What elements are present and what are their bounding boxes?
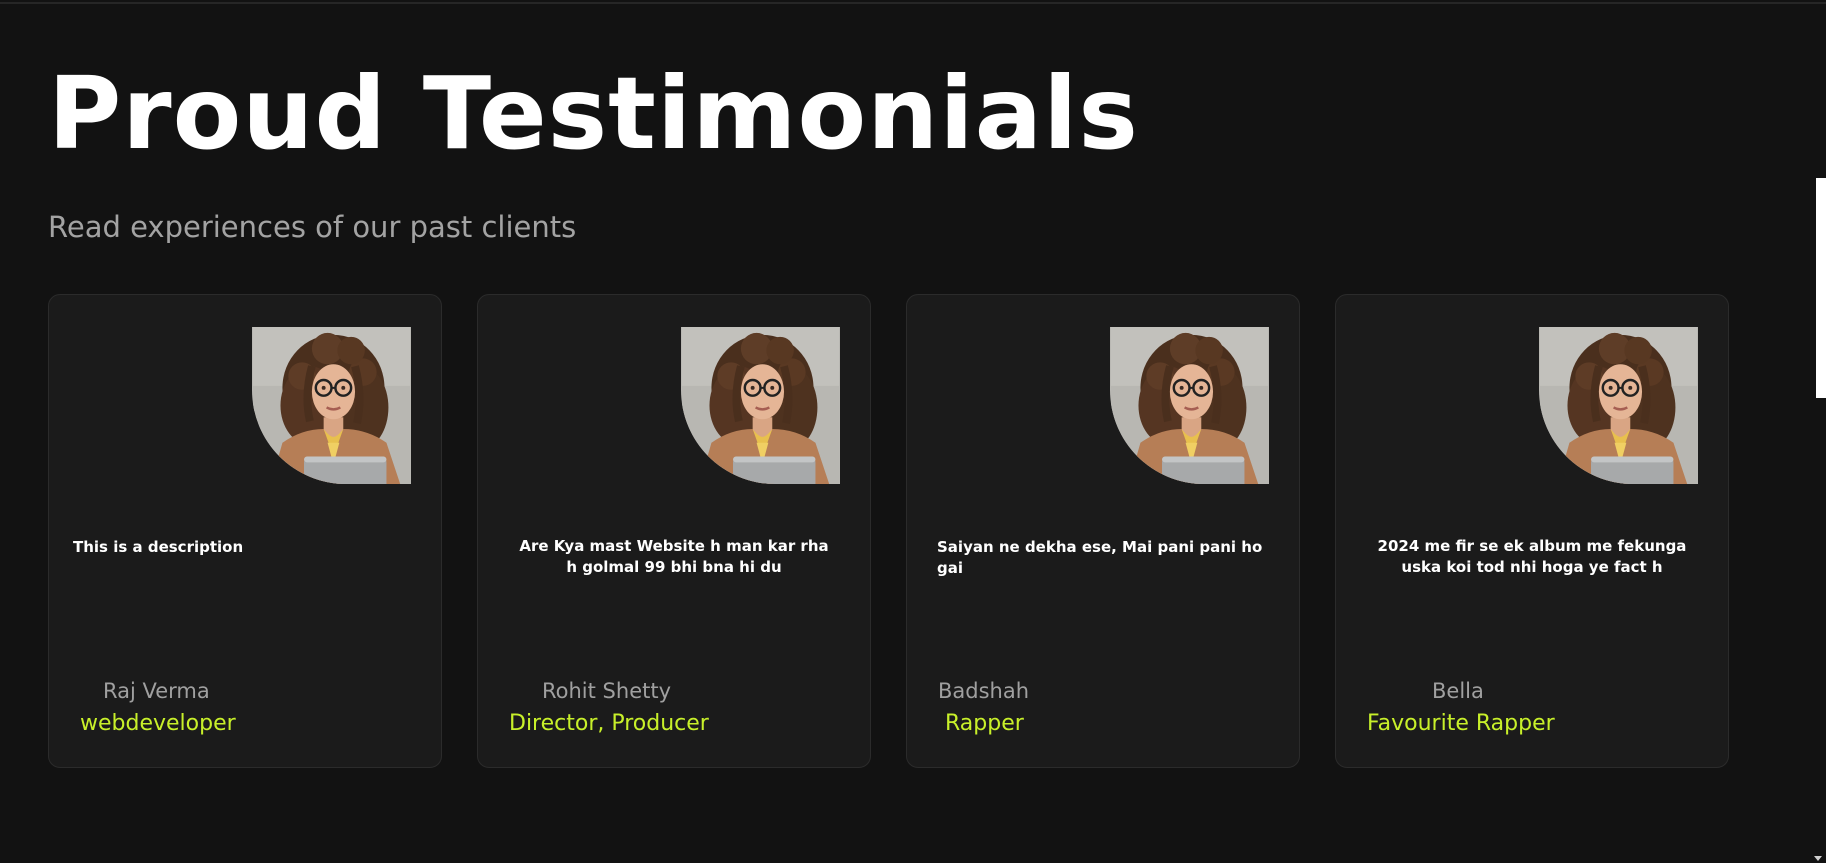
testimonial-card: This is a description Raj Verma webdevel… (48, 294, 442, 768)
page-title: Proud Testimonials (48, 55, 1139, 172)
avatar (681, 327, 840, 484)
avatar (252, 327, 411, 484)
testimonial-name: Badshah (938, 679, 1030, 703)
testimonial-role: Rapper (945, 711, 1024, 736)
scroll-down-arrow-icon[interactable] (1814, 856, 1822, 861)
scrollbar-thumb[interactable] (1816, 178, 1826, 398)
page-subtitle: Read experiences of our past clients (48, 210, 577, 244)
avatar (1539, 327, 1698, 484)
testimonial-quote: Are Kya mast Website h man kar rha h gol… (519, 537, 829, 576)
testimonial-quote: Saiyan ne dekha ese, Mai pani pani ho ga… (937, 538, 1263, 577)
top-divider (0, 2, 1826, 4)
testimonial-name: Bella (1432, 679, 1484, 703)
avatar (1110, 327, 1269, 484)
testimonial-role: webdeveloper (80, 711, 236, 736)
testimonial-card: 2024 me fir se ek album me fekunga uska … (1335, 294, 1729, 768)
testimonial-role: Director, Producer (509, 711, 709, 736)
testimonial-card: Are Kya mast Website h man kar rha h gol… (477, 294, 871, 768)
testimonial-quote: This is a description (73, 538, 244, 556)
testimonial-name: Raj Verma (103, 679, 210, 703)
testimonial-card: Saiyan ne dekha ese, Mai pani pani ho ga… (906, 294, 1300, 768)
testimonial-name: Rohit Shetty (542, 679, 672, 703)
testimonials-page: Proud Testimonials Read experiences of o… (0, 0, 1826, 863)
testimonial-quote: 2024 me fir se ek album me fekunga uska … (1377, 537, 1687, 576)
testimonial-role: Favourite Rapper (1367, 711, 1555, 736)
